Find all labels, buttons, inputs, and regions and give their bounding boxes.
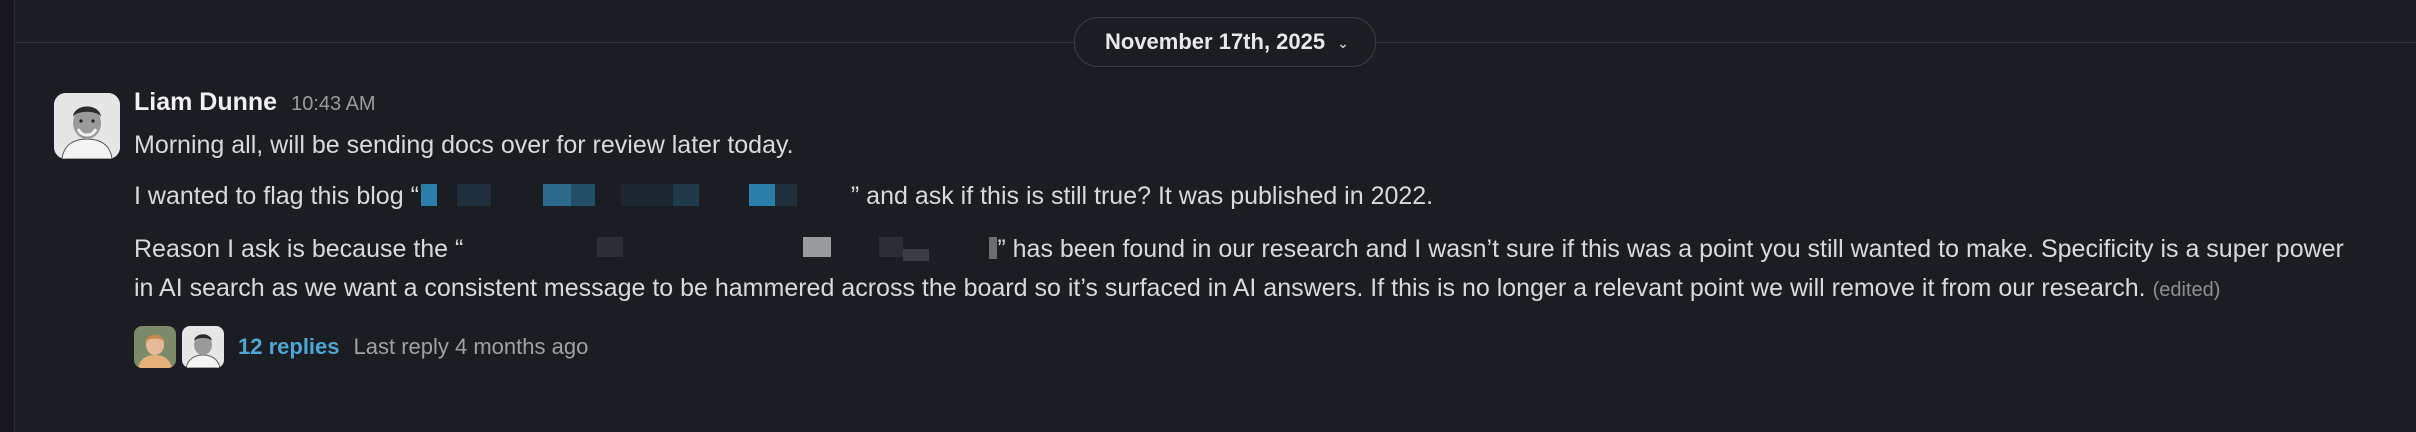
chevron-down-icon: ⌄	[1337, 34, 1349, 51]
text-fragment: Reason I ask is because the “	[134, 235, 464, 263]
thread-avatar	[182, 326, 224, 368]
text-fragment: I wanted to flag this blog “	[134, 182, 419, 210]
text-fragment: ” and ask if this is still true? It was …	[850, 182, 1434, 210]
avatar-image	[182, 326, 224, 368]
message-paragraph: Reason I ask is because the “ ” has been…	[134, 230, 2356, 310]
edited-label: (edited)	[2152, 279, 2221, 301]
redacted-quote	[463, 235, 998, 261]
thread-replies-link[interactable]: 12 replies	[238, 334, 340, 360]
sidebar-edge	[0, 0, 15, 432]
date-label: November 17th, 2025	[1105, 29, 1326, 54]
sender-name[interactable]: Liam Dunne	[134, 88, 277, 117]
message-paragraph: Morning all, will be sending docs over f…	[134, 131, 794, 159]
thread-avatar	[134, 326, 176, 368]
avatar[interactable]	[54, 93, 120, 159]
thread-summary[interactable]: 12 replies Last reply 4 months ago	[134, 324, 2356, 370]
message-timestamp[interactable]: 10:43 AM	[291, 93, 376, 116]
message: Liam Dunne 10:43 AM Morning all, will be…	[134, 88, 2356, 370]
avatar-image	[54, 93, 120, 159]
message-paragraph: I wanted to flag this blog “ ” and ask i…	[134, 177, 2356, 216]
thread-last-reply: Last reply 4 months ago	[353, 334, 589, 359]
redacted-link[interactable]	[419, 182, 851, 208]
avatar-image	[134, 326, 176, 368]
message-header: Liam Dunne 10:43 AM	[134, 88, 2356, 128]
date-divider-button[interactable]: November 17th, 2025 ⌄	[1074, 17, 1376, 67]
